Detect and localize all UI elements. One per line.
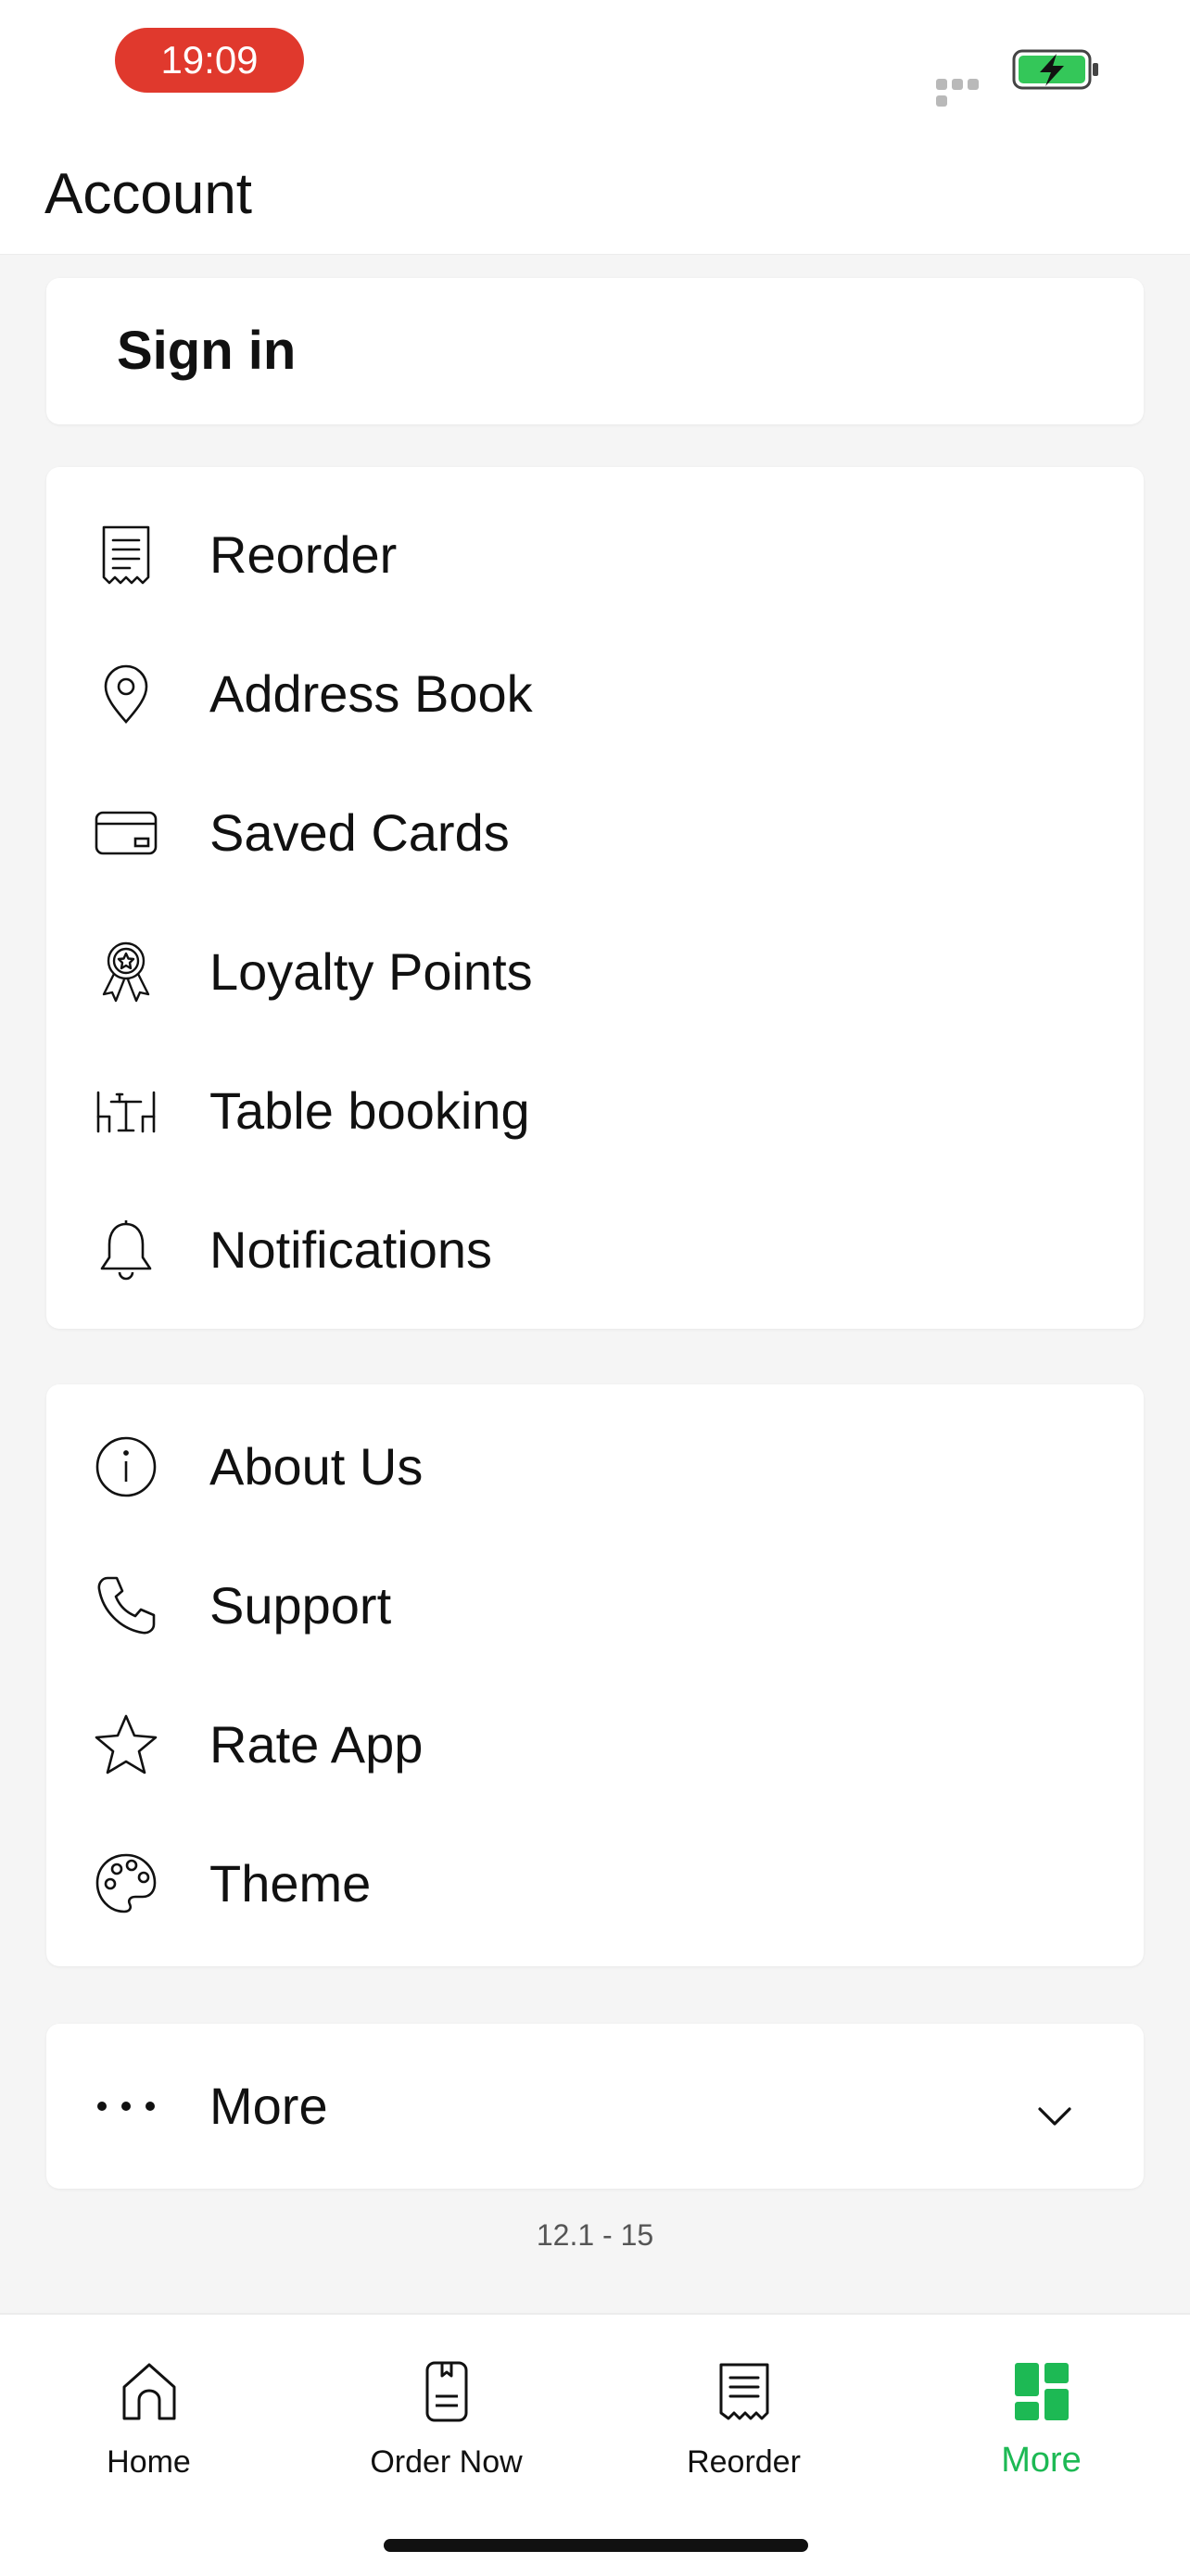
- tab-label: Home: [107, 2444, 191, 2480]
- page-header: Account: [0, 139, 1190, 255]
- more-row: More: [46, 2037, 1144, 2176]
- menu-item-label: Support: [209, 1576, 392, 1635]
- more-expand-button[interactable]: More: [46, 2024, 1144, 2189]
- menu-item-rate-app[interactable]: Rate App: [46, 1675, 1144, 1814]
- receipt-icon: [712, 2359, 777, 2424]
- more-label: More: [209, 2077, 328, 2135]
- tab-more[interactable]: More: [892, 2315, 1190, 2500]
- account-menu-group: Reorder Address Book Saved Cards Loyalty…: [46, 467, 1144, 1329]
- menu-item-label: Loyalty Points: [209, 942, 533, 1001]
- receipt-icon: [95, 524, 158, 587]
- status-bar: 19:09: [0, 0, 1190, 139]
- page-title: Account: [44, 162, 253, 226]
- signal-icon: [936, 78, 995, 107]
- battery-charging-icon: [1012, 48, 1101, 91]
- bell-icon: [95, 1219, 158, 1282]
- credit-card-icon: [95, 802, 158, 865]
- tab-label: Reorder: [687, 2444, 801, 2480]
- app-menu-group: About Us Support Rate App Theme: [46, 1384, 1144, 1966]
- menu-item-notifications[interactable]: Notifications: [46, 1181, 1144, 1320]
- menu-item-table-booking[interactable]: Table booking: [46, 1042, 1144, 1181]
- menu-item-label: Notifications: [209, 1220, 493, 1279]
- chevron-down-icon: [1032, 2094, 1077, 2139]
- sign-in-button[interactable]: Sign in: [46, 278, 1144, 424]
- tab-home[interactable]: Home: [0, 2315, 298, 2500]
- tab-label: More: [1001, 2441, 1082, 2480]
- menu-item-label: Saved Cards: [209, 803, 510, 862]
- info-icon: [95, 1435, 158, 1498]
- table-chairs-icon: [95, 1080, 158, 1143]
- tab-reorder[interactable]: Reorder: [595, 2315, 892, 2500]
- app-version: 12.1 - 15: [536, 2218, 654, 2252]
- menu-item-theme[interactable]: Theme: [46, 1814, 1144, 1953]
- home-indicator: [384, 2539, 808, 2552]
- menu-item-support[interactable]: Support: [46, 1536, 1144, 1675]
- tab-label: Order Now: [370, 2444, 523, 2480]
- tab-order-now[interactable]: Order Now: [298, 2315, 595, 2500]
- menu-item-label: Reorder: [209, 525, 398, 584]
- status-time: 19:09: [115, 28, 304, 93]
- menu-item-label: Table booking: [209, 1081, 530, 1140]
- menu-item-label: About Us: [209, 1437, 424, 1496]
- sign-in-label: Sign in: [117, 321, 297, 381]
- menu-item-saved-cards[interactable]: Saved Cards: [46, 764, 1144, 903]
- location-pin-icon: [95, 663, 158, 726]
- star-icon: [95, 1713, 158, 1776]
- phone-icon: [95, 1574, 158, 1637]
- grid-icon: [1009, 2359, 1074, 2424]
- bottom-tab-bar: Home Order Now Reorder More: [0, 2313, 1190, 2576]
- home-icon: [117, 2359, 182, 2424]
- menu-item-about-us[interactable]: About Us: [46, 1397, 1144, 1536]
- menu-item-address-book[interactable]: Address Book: [46, 625, 1144, 764]
- menu-book-icon: [414, 2359, 479, 2424]
- award-ribbon-icon: [95, 941, 158, 1004]
- menu-item-label: Theme: [209, 1854, 372, 1913]
- menu-item-loyalty-points[interactable]: Loyalty Points: [46, 903, 1144, 1042]
- menu-item-label: Address Book: [209, 664, 533, 723]
- ellipsis-icon: [95, 2075, 158, 2138]
- palette-icon: [95, 1852, 158, 1915]
- menu-item-reorder[interactable]: Reorder: [46, 486, 1144, 625]
- menu-item-label: Rate App: [209, 1715, 424, 1774]
